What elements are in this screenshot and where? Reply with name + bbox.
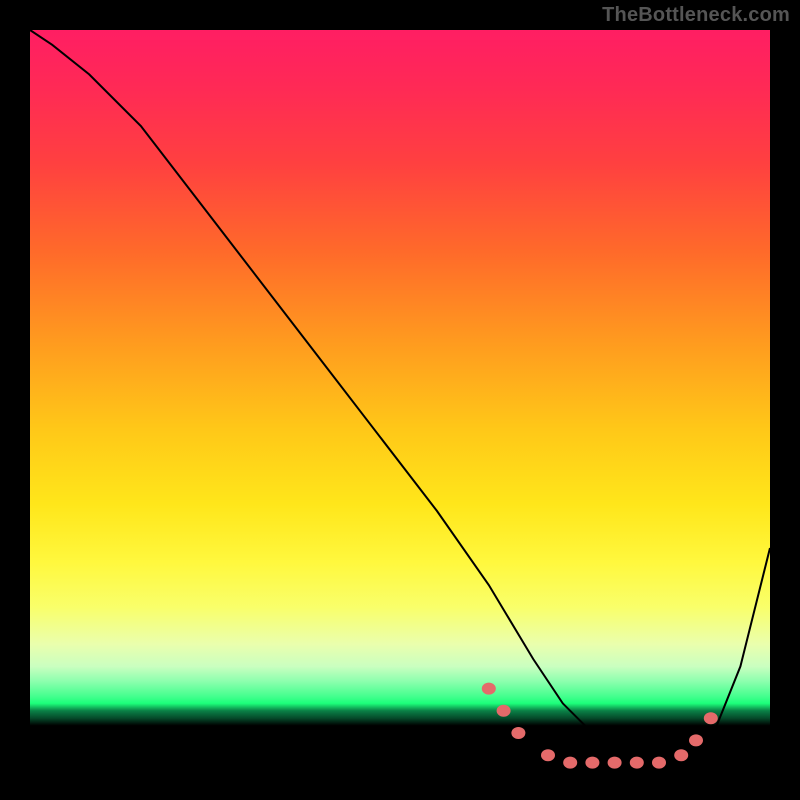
highlight-marker	[608, 757, 622, 769]
highlight-marker	[704, 712, 718, 724]
highlight-marker	[630, 757, 644, 769]
watermark-label: TheBottleneck.com	[602, 4, 790, 27]
plot-svg	[30, 30, 770, 770]
highlight-marker	[689, 734, 703, 746]
bottleneck-curve	[30, 30, 770, 763]
highlight-markers	[482, 683, 718, 769]
highlight-marker	[482, 683, 496, 695]
highlight-marker	[563, 757, 577, 769]
chart-frame: TheBottleneck.com	[0, 0, 800, 800]
highlight-marker	[497, 705, 511, 717]
highlight-marker	[585, 757, 599, 769]
highlight-marker	[541, 749, 555, 761]
highlight-marker	[511, 727, 525, 739]
highlight-marker	[652, 757, 666, 769]
highlight-marker	[674, 749, 688, 761]
plot-area	[30, 30, 770, 770]
